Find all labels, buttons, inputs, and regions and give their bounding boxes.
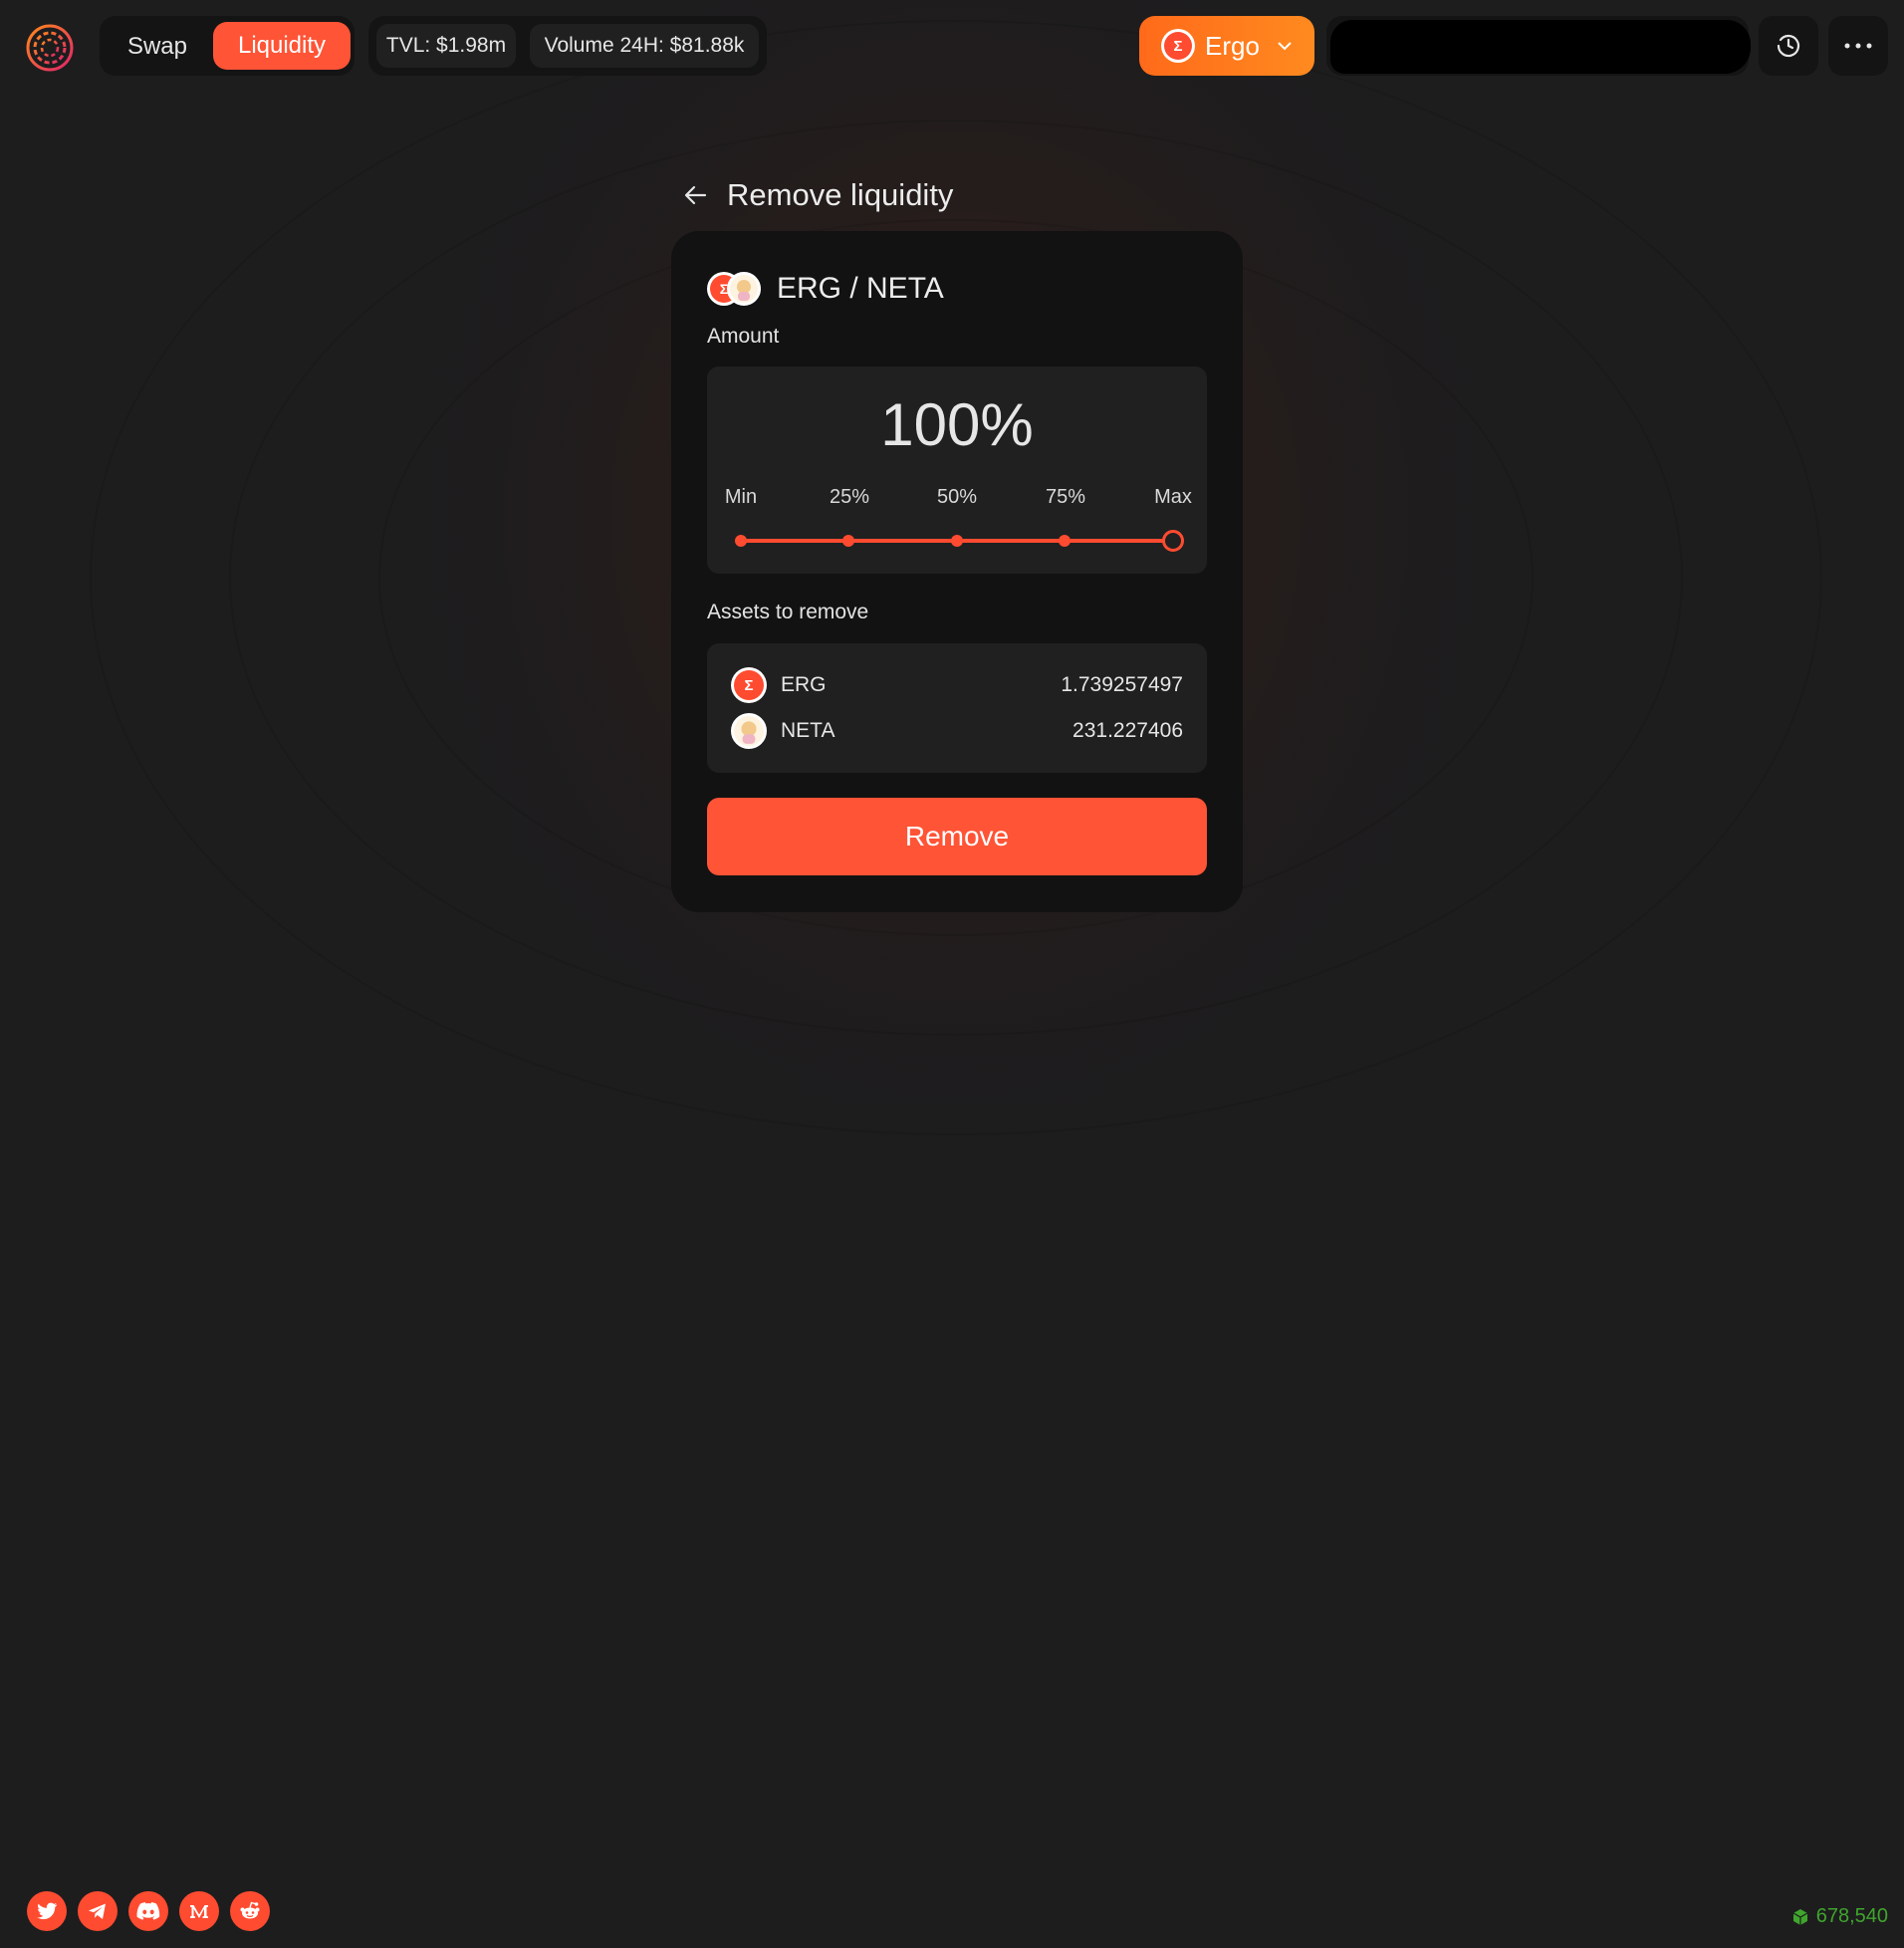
- history-button[interactable]: [1759, 16, 1818, 76]
- clock-icon: [1777, 34, 1800, 58]
- tick-50[interactable]: 50%: [917, 486, 997, 509]
- volume-stat: Volume 24H: $81.88k: [530, 24, 759, 68]
- tvl-stat: TVL: $1.98m: [376, 24, 516, 68]
- asset-symbol: ERG: [781, 673, 827, 696]
- tick-75[interactable]: 75%: [1026, 486, 1105, 509]
- medium-icon[interactable]: [179, 1891, 219, 1931]
- pair-header: Σ ERG / NETA: [707, 269, 944, 309]
- amount-label: Amount: [707, 325, 780, 348]
- block-height-indicator: 678,540: [1790, 1905, 1888, 1928]
- block-height-value: 678,540: [1815, 1905, 1888, 1927]
- spectrum-logo-icon[interactable]: [24, 22, 76, 74]
- remove-button[interactable]: Remove: [707, 798, 1207, 875]
- tick-max[interactable]: Max: [1133, 486, 1213, 509]
- asset-symbol: NETA: [781, 719, 835, 742]
- amount-slider-handle[interactable]: [1162, 530, 1184, 552]
- redacted-wallet-address: [1330, 20, 1751, 74]
- telegram-icon[interactable]: [78, 1891, 118, 1931]
- page-header: Remove liquidity: [683, 173, 953, 217]
- assets-to-remove-label: Assets to remove: [707, 601, 869, 623]
- pair-icons: Σ: [707, 270, 765, 308]
- tick-25[interactable]: 25%: [810, 486, 889, 509]
- chevron-down-icon: [1278, 42, 1292, 51]
- network-label: Ergo: [1205, 30, 1260, 61]
- slider-mark: [735, 535, 747, 547]
- discord-icon[interactable]: [128, 1891, 168, 1931]
- nav-liquidity-tab[interactable]: Liquidity: [213, 22, 351, 70]
- ergo-icon: Σ: [1161, 29, 1195, 63]
- cube-icon: [1792, 1908, 1808, 1925]
- tick-min[interactable]: Min: [701, 486, 781, 509]
- page-title: Remove liquidity: [727, 177, 954, 212]
- ellipsis-icon: [1844, 43, 1872, 49]
- asset-row: Σ ERG 1.739257497: [731, 667, 1183, 703]
- twitter-icon[interactable]: [27, 1891, 67, 1931]
- slider-mark: [1059, 535, 1071, 547]
- erg-token-icon: Σ: [731, 667, 767, 703]
- back-arrow-icon[interactable]: [683, 182, 709, 208]
- more-options-button[interactable]: [1828, 16, 1888, 76]
- neta-token-icon: [731, 713, 767, 749]
- reddit-icon[interactable]: [230, 1891, 270, 1931]
- nav-swap-tab[interactable]: Swap: [110, 24, 205, 70]
- slider-mark: [842, 535, 854, 547]
- pair-name: ERG / NETA: [777, 272, 944, 305]
- asset-amount: 231.227406: [1072, 719, 1183, 742]
- amount-percent-value: 100%: [880, 391, 1034, 458]
- asset-amount: 1.739257497: [1061, 673, 1183, 696]
- assets-panel: [707, 643, 1207, 773]
- network-selector-button[interactable]: Σ Ergo: [1139, 16, 1314, 76]
- slider-mark: [951, 535, 963, 547]
- neta-token-icon: [727, 272, 761, 306]
- asset-row: NETA 231.227406: [731, 713, 1183, 749]
